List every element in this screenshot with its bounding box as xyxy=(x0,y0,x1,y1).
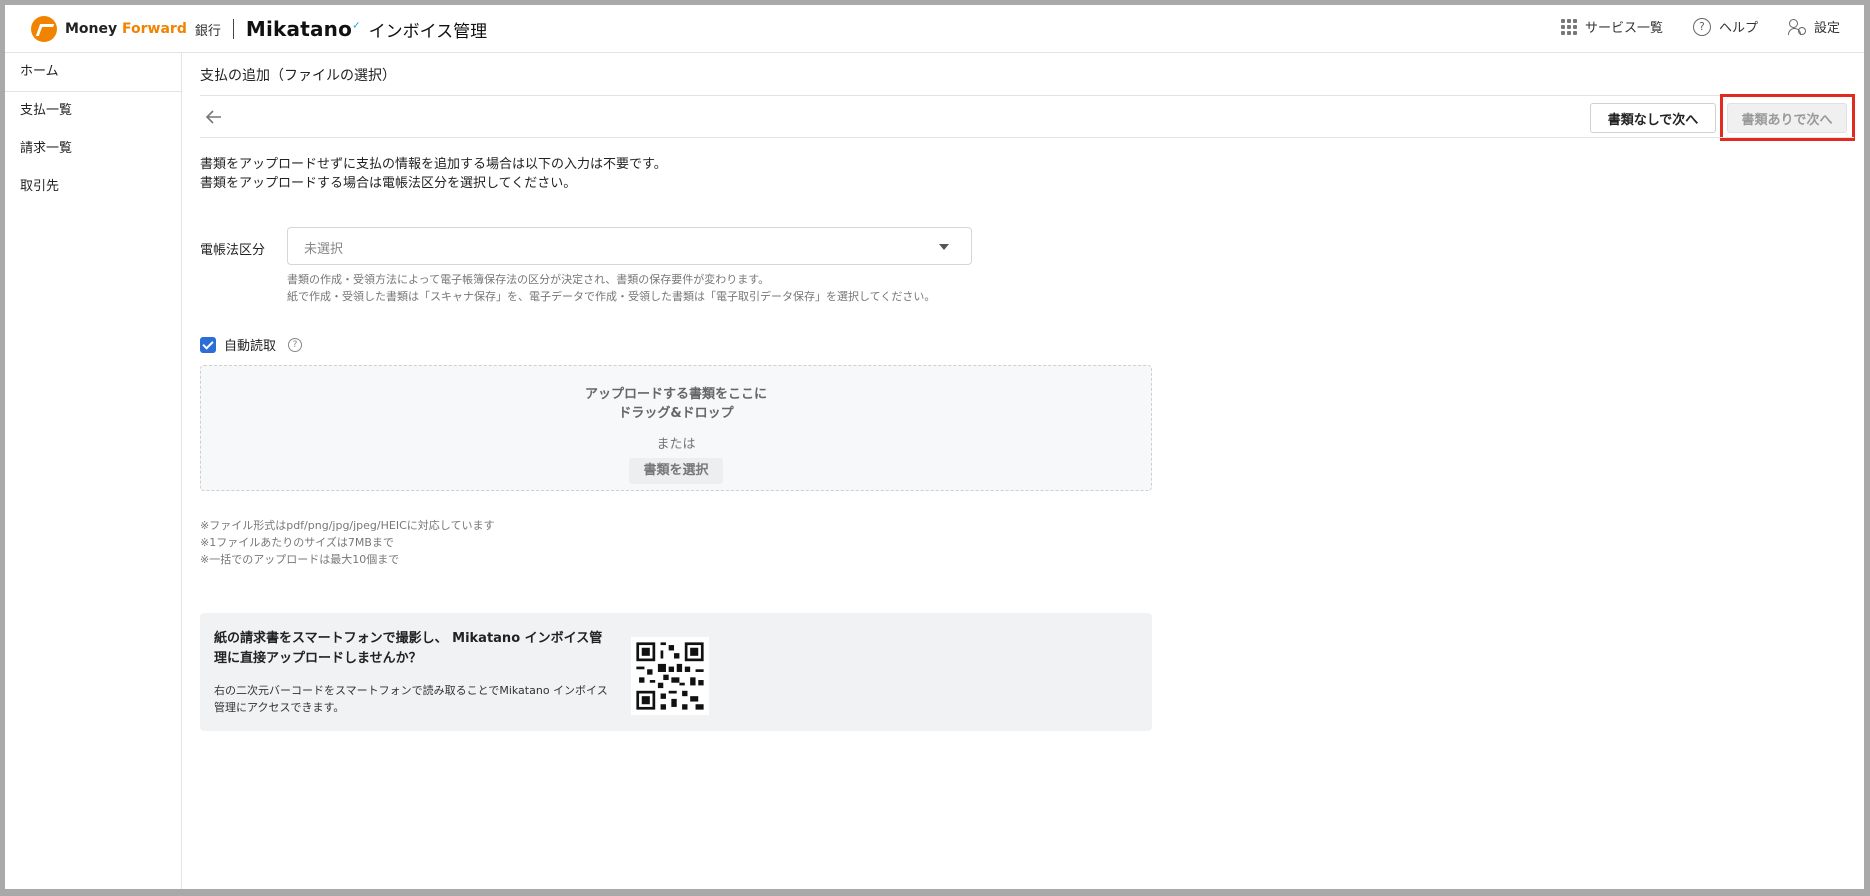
intro-text: 書類をアップロードせずに支払の情報を追加する場合は以下の入力は不要です。 書類を… xyxy=(200,155,667,193)
question-icon: ? xyxy=(1692,17,1711,36)
note-line: ※一括でのアップロードは最大10個まで xyxy=(200,553,400,566)
note-line: ※ファイル形式はpdf/png/jpg/jpeg/HEICに対応しています xyxy=(200,519,495,532)
intro-line: 書類をアップロードする場合は電帳法区分を選択してください。 xyxy=(200,176,577,191)
sidebar-item-payments[interactable]: 支払一覧 xyxy=(5,92,181,130)
divider xyxy=(200,137,1854,138)
settings-menu[interactable]: 設定 xyxy=(1787,17,1840,36)
brand-mikatano: Mikatano✓ xyxy=(245,17,361,41)
denchoho-hint: 書類の作成・受領方法によって電子帳簿保存法の区分が決定され、書類の保存要件が変わ… xyxy=(287,271,935,305)
hint-line: 書類の作成・受領方法によって電子帳簿保存法の区分が決定され、書類の保存要件が変わ… xyxy=(287,273,770,286)
dropzone-or: または xyxy=(656,437,696,452)
auto-read-checkbox[interactable] xyxy=(200,336,216,353)
brand-logo[interactable]: Money Forward 銀行 Mikatano✓ インボイス管理 xyxy=(31,16,487,42)
promo-title: 紙の請求書をスマートフォンで撮影し、 Mikatano インボイス管理に直接アッ… xyxy=(214,631,603,666)
grid-icon xyxy=(1560,18,1577,35)
brand-product-name: インボイス管理 xyxy=(368,21,488,42)
select-value: 未選択 xyxy=(304,242,344,257)
brand-money-forward: Money Forward xyxy=(65,21,187,37)
upload-notes: ※ファイル形式はpdf/png/jpg/jpeg/HEICに対応しています ※1… xyxy=(200,517,494,568)
next-with-file-button[interactable]: 書類ありで次へ xyxy=(1727,103,1847,133)
header-menu: サービス一覧 ? ヘルプ 設定 xyxy=(1560,17,1840,36)
auto-read-label: 自動読取 xyxy=(224,339,277,354)
page-title: 支払の追加（ファイルの選択） xyxy=(200,68,396,84)
intro-line: 書類をアップロードせずに支払の情報を追加する場合は以下の入力は不要です。 xyxy=(200,157,667,172)
dropzone-line: ドラッグ&ドロップ xyxy=(618,406,734,421)
denchoho-select[interactable]: 未選択 xyxy=(287,227,972,265)
services-menu[interactable]: サービス一覧 xyxy=(1560,17,1663,36)
help-label: ヘルプ xyxy=(1718,21,1758,36)
dropzone-message: アップロードする書類をここに ドラッグ&ドロップ xyxy=(201,385,1151,423)
sidebar-item-partners[interactable]: 取引先 xyxy=(5,168,181,206)
money-forward-logo-icon xyxy=(31,16,57,42)
note-line: ※1ファイルあたりのサイズは7MBまで xyxy=(200,536,394,549)
sidebar-item-home[interactable]: ホーム xyxy=(5,53,181,92)
back-arrow-icon[interactable] xyxy=(205,108,223,126)
hint-line: 紙で作成・受領した書類は「スキャナ保存」を、電子データで作成・受領した書類は「電… xyxy=(287,290,936,303)
sidebar: ホーム 支払一覧 請求一覧 取引先 xyxy=(5,53,182,889)
next-without-file-button[interactable]: 書類なしで次へ xyxy=(1590,103,1716,133)
promo-text: 右の二次元バーコードをスマートフォンで読み取ることでMikatano インボイス… xyxy=(214,684,608,714)
help-circle-icon[interactable]: ? xyxy=(288,337,303,352)
select-file-button[interactable]: 書類を選択 xyxy=(629,458,723,484)
smartphone-promo: 紙の請求書をスマートフォンで撮影し、 Mikatano インボイス管理に直接アッ… xyxy=(200,613,1152,731)
main-content: 支払の追加（ファイルの選択） 書類なしで次へ 書類ありで次へ 書類をアップロード… xyxy=(181,53,1864,889)
qr-code-icon xyxy=(631,637,709,715)
help-menu[interactable]: ? ヘルプ xyxy=(1692,17,1758,36)
divider xyxy=(200,95,1854,96)
settings-label: 設定 xyxy=(1813,21,1840,36)
sidebar-item-invoices[interactable]: 請求一覧 xyxy=(5,130,181,168)
top-header: Money Forward 銀行 Mikatano✓ インボイス管理 サービス一… xyxy=(5,5,1864,53)
services-label: サービス一覧 xyxy=(1584,21,1663,36)
denchoho-label: 電帳法区分 xyxy=(200,243,266,258)
user-settings-icon xyxy=(1787,18,1806,36)
auto-read-row: 自動読取 ? xyxy=(200,335,303,354)
dropzone-line: アップロードする書類をここに xyxy=(584,387,767,402)
file-dropzone[interactable]: アップロードする書類をここに ドラッグ&ドロップ または 書類を選択 xyxy=(200,365,1152,491)
brand-bank: 銀行 xyxy=(194,23,221,39)
caret-down-icon xyxy=(939,244,949,250)
logo-divider xyxy=(232,19,234,39)
app-window: Money Forward 銀行 Mikatano✓ インボイス管理 サービス一… xyxy=(5,5,1864,889)
